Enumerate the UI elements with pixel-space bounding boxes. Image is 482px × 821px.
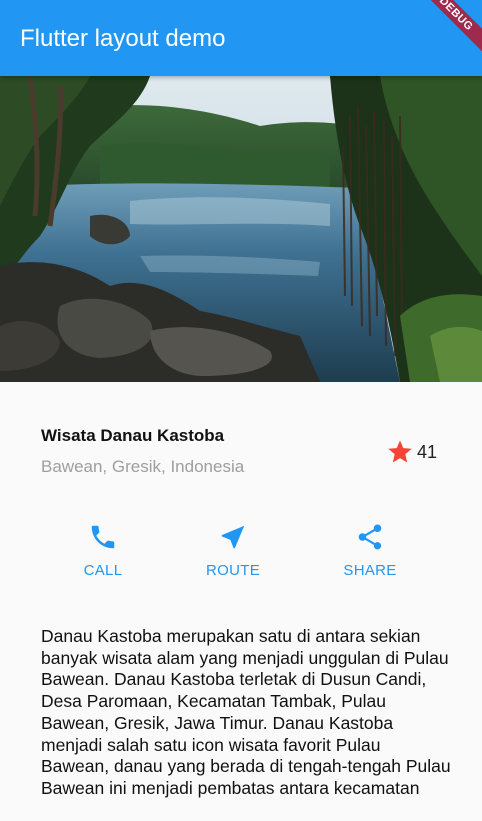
lake-photo xyxy=(0,76,482,382)
description-text: Danau Kastoba merupakan satu di antara s… xyxy=(41,626,451,798)
place-location: Bawean, Gresik, Indonesia xyxy=(41,457,245,476)
route-button[interactable]: ROUTE xyxy=(173,520,293,579)
app-bar-title: Flutter layout demo xyxy=(20,25,226,52)
app-bar: Flutter layout demo DEBUG xyxy=(0,0,482,76)
title-section: Wisata Danau Kastoba Bawean, Gresik, Ind… xyxy=(41,424,441,484)
navigation-icon xyxy=(221,525,245,549)
star-icon[interactable] xyxy=(386,438,414,466)
share-icon xyxy=(358,524,382,550)
route-label: ROUTE xyxy=(206,562,260,579)
phone-icon xyxy=(91,525,115,549)
hero-image xyxy=(0,76,482,382)
share-label: SHARE xyxy=(343,562,397,579)
place-name: Wisata Danau Kastoba xyxy=(41,426,225,445)
share-button[interactable]: SHARE xyxy=(310,520,430,579)
rating[interactable]: 41 xyxy=(386,438,437,466)
rating-count: 41 xyxy=(416,441,437,462)
call-button[interactable]: CALL xyxy=(43,520,163,579)
call-label: CALL xyxy=(83,562,123,579)
debug-banner: DEBUG xyxy=(407,0,482,63)
button-section: CALL ROUTE SHARE xyxy=(0,520,482,590)
